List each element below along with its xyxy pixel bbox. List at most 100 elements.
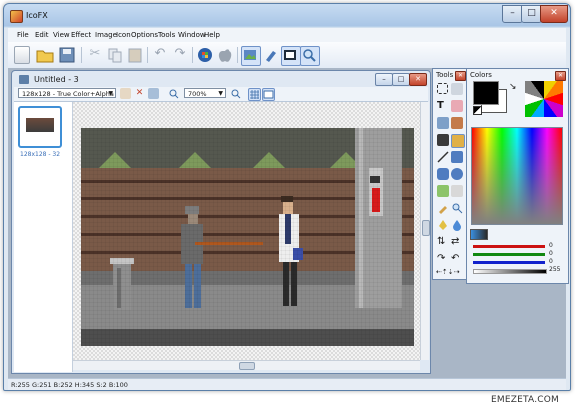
alpha-toggle-icon[interactable] bbox=[470, 229, 488, 240]
menu-view[interactable]: View bbox=[53, 31, 70, 39]
selection-tool-icon[interactable] bbox=[437, 83, 448, 94]
new-file-icon[interactable] bbox=[14, 46, 30, 64]
format-select[interactable]: 128x128 - True Color+Alpha ▼ bbox=[18, 88, 116, 98]
menu-options[interactable]: Options bbox=[131, 31, 158, 39]
image-thumbnail[interactable] bbox=[18, 106, 62, 148]
rounded-rectangle-tool-icon[interactable] bbox=[437, 168, 449, 180]
color-spectrum-picker[interactable] bbox=[471, 127, 563, 225]
redo-icon[interactable]: ↷ bbox=[171, 46, 189, 64]
red-slider[interactable] bbox=[473, 245, 545, 248]
main-toolbar: ✂ ↶ ↷ bbox=[8, 42, 566, 69]
minimize-button[interactable]: – bbox=[502, 5, 523, 23]
zoom-select[interactable]: 700% ▼ bbox=[184, 88, 226, 98]
shape-tool-icon[interactable] bbox=[437, 185, 449, 197]
scroll-thumb[interactable] bbox=[239, 362, 255, 370]
open-folder-icon[interactable] bbox=[36, 46, 54, 64]
menu-help[interactable]: Help bbox=[204, 31, 220, 39]
green-value: 0 bbox=[549, 250, 553, 257]
alpha-value: 255 bbox=[549, 266, 561, 273]
blue-slider[interactable] bbox=[473, 261, 545, 264]
colors-panel-title: Colors bbox=[470, 71, 492, 79]
toolbar-separator bbox=[81, 47, 82, 63]
chevron-down-icon: ▼ bbox=[218, 90, 223, 97]
menu-file[interactable]: File bbox=[17, 31, 29, 39]
scroll-thumb[interactable] bbox=[422, 220, 430, 236]
brush-tool-icon[interactable] bbox=[262, 46, 280, 64]
flip-tool-icon[interactable]: ⇄ bbox=[451, 236, 463, 248]
green-slider[interactable] bbox=[473, 253, 545, 256]
tools-panel-title: Tools bbox=[436, 71, 454, 79]
copy-icon[interactable] bbox=[106, 46, 124, 64]
tools-panel: Tools ✕ T ⇅ ⇄ ↷ ↶ ⇠⇡⇣⇢ bbox=[432, 68, 467, 280]
edit-canvas[interactable] bbox=[73, 102, 420, 360]
smudge-tool-icon[interactable] bbox=[437, 219, 449, 231]
rectangle-tool-icon[interactable] bbox=[451, 151, 463, 163]
menu-effect[interactable]: Effect bbox=[71, 31, 91, 39]
paste-icon[interactable] bbox=[126, 46, 144, 64]
pixel-art-scene[interactable] bbox=[73, 102, 420, 360]
maximize-button[interactable]: □ bbox=[521, 5, 542, 23]
zoom-icon[interactable] bbox=[300, 46, 320, 66]
save-disk-icon[interactable] bbox=[58, 46, 76, 64]
menu-icon[interactable]: Icon bbox=[116, 31, 131, 39]
blur-tool-icon[interactable] bbox=[451, 219, 463, 231]
image-properties-icon[interactable] bbox=[148, 88, 159, 99]
toolbar-separator bbox=[147, 47, 148, 63]
ellipse-tool-icon[interactable] bbox=[451, 168, 463, 180]
foreground-color-swatch[interactable] bbox=[473, 81, 499, 105]
red-value: 0 bbox=[549, 242, 553, 249]
rotate-tool-icon[interactable]: ⇅ bbox=[437, 236, 449, 248]
status-text: R:255 G:251 B:252 H:345 S:2 B:100 bbox=[11, 381, 128, 389]
color-picker-icon[interactable] bbox=[437, 202, 449, 214]
curve-tool-icon[interactable]: ↶ bbox=[451, 253, 463, 265]
thumbnail-preview bbox=[26, 118, 54, 132]
fill-tool-icon[interactable] bbox=[437, 117, 449, 129]
new-image-icon[interactable] bbox=[120, 88, 131, 99]
color-palette-grid[interactable] bbox=[525, 81, 563, 117]
zoom-in-icon[interactable] bbox=[230, 88, 241, 99]
line-tool-icon[interactable] bbox=[437, 151, 449, 163]
windows-logo-icon[interactable] bbox=[196, 46, 214, 64]
lasso-tool-icon[interactable]: ↷ bbox=[437, 253, 449, 265]
eraser-tool-icon[interactable] bbox=[451, 100, 463, 112]
horizontal-scrollbar[interactable] bbox=[73, 360, 420, 370]
doc-maximize-button[interactable]: □ bbox=[392, 73, 410, 86]
reset-colors-icon[interactable] bbox=[473, 106, 482, 115]
document-window: Untitled - 3 – □ ✕ 128x128 - True Color+… bbox=[11, 70, 431, 374]
grid-toggle-icon[interactable] bbox=[248, 88, 261, 101]
vertical-scrollbar[interactable] bbox=[420, 102, 430, 360]
menu-image[interactable]: Image bbox=[95, 31, 117, 39]
crop-tool-icon[interactable] bbox=[451, 83, 463, 95]
colors-panel-close-button[interactable]: ✕ bbox=[555, 71, 566, 81]
menu-window[interactable]: Window bbox=[178, 31, 206, 39]
colors-panel: Colors ✕ ↘ 0 0 0 255 bbox=[466, 68, 569, 284]
menu-edit[interactable]: Edit bbox=[35, 31, 49, 39]
close-button[interactable]: ✕ bbox=[540, 5, 568, 23]
spray-tool-icon[interactable] bbox=[451, 117, 463, 129]
blue-value: 0 bbox=[549, 258, 553, 265]
magnifier-icon[interactable] bbox=[451, 202, 463, 214]
preview-icon[interactable] bbox=[281, 46, 301, 66]
pencil-tool-icon[interactable] bbox=[437, 134, 449, 146]
doc-close-button[interactable]: ✕ bbox=[409, 73, 427, 86]
title-bar: IcoFX – □ ✕ bbox=[4, 4, 570, 28]
preview-toggle-icon[interactable] bbox=[262, 88, 275, 101]
image-editor-icon[interactable] bbox=[241, 46, 261, 66]
text-tool-icon[interactable]: T bbox=[437, 100, 449, 112]
move-arrows-icon[interactable]: ⇠⇡⇣⇢ bbox=[436, 268, 464, 280]
cut-icon[interactable]: ✂ bbox=[86, 46, 104, 64]
tools-panel-close-button[interactable]: ✕ bbox=[455, 71, 466, 81]
zoom-value: 700% bbox=[188, 90, 207, 98]
thumbnail-strip: 128x128 - 32 bbox=[14, 102, 73, 372]
alpha-slider[interactable] bbox=[473, 269, 547, 274]
zoom-out-icon[interactable] bbox=[168, 88, 179, 99]
undo-icon[interactable]: ↶ bbox=[151, 46, 169, 64]
menu-tools[interactable]: Tools bbox=[158, 31, 175, 39]
brush-tool-icon[interactable] bbox=[451, 134, 465, 148]
doc-minimize-button[interactable]: – bbox=[375, 73, 393, 86]
gradient-tool-icon[interactable] bbox=[451, 185, 463, 197]
apple-logo-icon[interactable] bbox=[216, 46, 234, 64]
app-window: IcoFX – □ ✕ File Edit View Effect Image … bbox=[3, 3, 571, 391]
swap-colors-icon[interactable]: ↘ bbox=[509, 82, 517, 92]
delete-image-icon[interactable]: ✕ bbox=[134, 88, 145, 99]
